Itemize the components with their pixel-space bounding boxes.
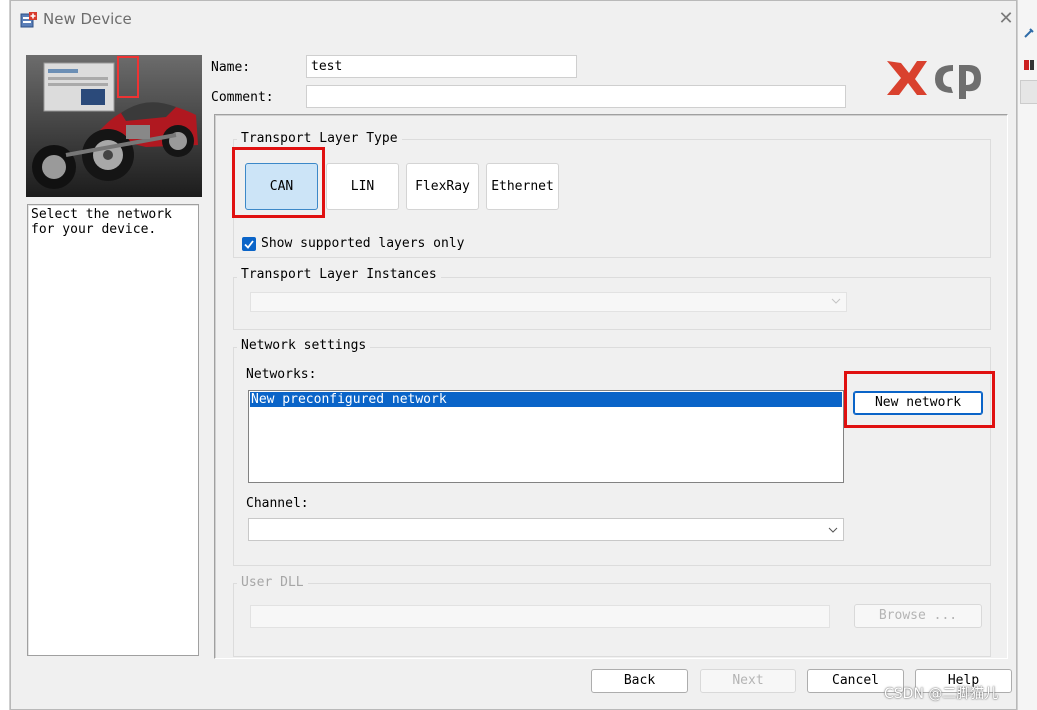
window-title: New Device (43, 10, 132, 28)
user-dll-title: User DLL (237, 575, 308, 591)
comment-label: Comment: (211, 90, 274, 105)
name-input[interactable] (306, 55, 577, 78)
transport-layer-instances-select[interactable] (250, 292, 847, 312)
can-highlight-box (232, 147, 325, 218)
back-button[interactable]: Back (591, 669, 688, 693)
channel-label: Channel: (246, 496, 309, 511)
show-supported-label: Show supported layers only (261, 236, 465, 251)
channel-select[interactable] (248, 518, 844, 541)
network-item[interactable]: New preconfigured network (250, 392, 842, 407)
tl-option-ethernet[interactable]: Ethernet (486, 163, 559, 210)
settings-panel: Transport Layer Type CAN LIN FlexRay Eth… (214, 114, 1008, 659)
pin-icon (1024, 28, 1034, 38)
show-supported-checkbox[interactable] (242, 237, 256, 251)
xcp-logo (887, 61, 981, 99)
chevron-down-icon (831, 298, 841, 304)
close-button[interactable]: ✕ (996, 9, 1016, 29)
title-bar: New Device ✕ (11, 1, 1016, 39)
transport-layer-type-title: Transport Layer Type (237, 131, 402, 147)
hero-image (26, 55, 202, 197)
tl-option-flexray[interactable]: FlexRay (406, 163, 479, 210)
transport-layer-instances-title: Transport Layer Instances (237, 267, 441, 283)
background-window-left (0, 0, 10, 710)
watermark: CSDN @二脚猫儿 (884, 686, 999, 702)
new-network-highlight-box (844, 371, 995, 428)
tl-option-lin[interactable]: LIN (326, 163, 399, 210)
user-dll-path-input (250, 605, 830, 628)
chevron-down-icon (828, 527, 838, 533)
networks-list[interactable]: New preconfigured network (248, 390, 844, 483)
browse-button: Browse ... (854, 604, 982, 628)
comment-input[interactable] (306, 85, 846, 108)
next-button: Next (700, 669, 796, 693)
networks-label: Networks: (246, 367, 317, 382)
background-window-right (1017, 0, 1037, 710)
flag-icon (1024, 60, 1034, 70)
network-settings-title: Network settings (237, 338, 371, 354)
new-device-dialog: New Device ✕ Select the network for your… (10, 0, 1017, 710)
description-box: Select the network for your device. (27, 204, 199, 656)
name-label: Name: (211, 60, 251, 75)
new-device-icon (20, 12, 37, 28)
checkmark-icon (244, 240, 254, 249)
